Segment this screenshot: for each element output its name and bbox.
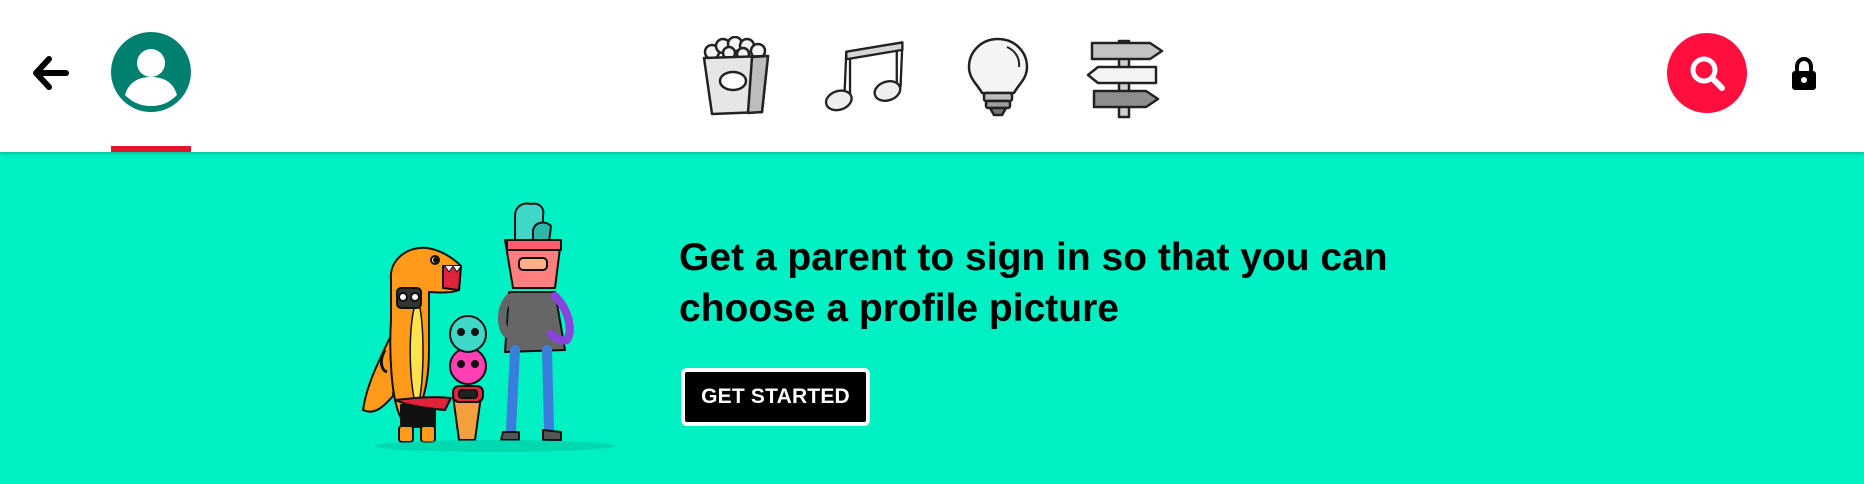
arrow-left-icon <box>33 56 69 90</box>
characters-illustration <box>362 202 615 452</box>
parental-lock-button[interactable] <box>1784 54 1824 94</box>
category-learning[interactable] <box>955 34 1041 120</box>
dinosaur-character <box>362 246 462 443</box>
avatar <box>111 32 191 112</box>
lock-icon <box>1792 57 1816 90</box>
get-started-button[interactable]: GET STARTED <box>681 368 870 426</box>
light-bulb-icon <box>967 37 1029 117</box>
category-music[interactable] <box>822 34 908 120</box>
category-shows[interactable] <box>693 34 779 120</box>
pot-head-character <box>498 202 574 441</box>
active-tab-indicator <box>111 146 191 152</box>
search-icon <box>1690 56 1725 91</box>
category-explore[interactable] <box>1083 34 1169 120</box>
back-button[interactable] <box>28 50 74 96</box>
music-notes-icon <box>824 41 904 112</box>
top-bar <box>0 0 1864 152</box>
account-circle-icon <box>125 49 177 106</box>
profile-tab[interactable] <box>111 32 191 152</box>
signpost-icon <box>1086 39 1164 119</box>
banner-headline: Get a parent to sign in so that you can … <box>679 236 1388 330</box>
search-button[interactable] <box>1667 33 1747 113</box>
popcorn-icon <box>702 36 770 116</box>
